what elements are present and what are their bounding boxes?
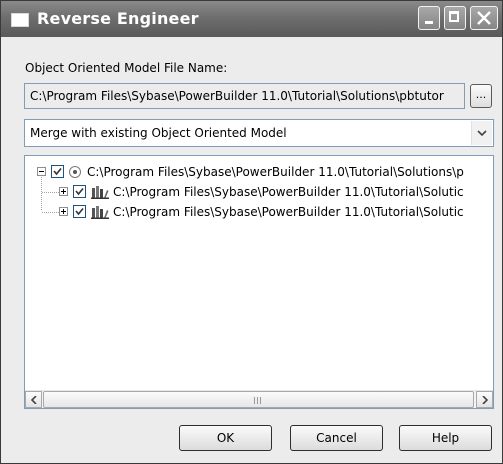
grip-icon xyxy=(254,397,263,404)
dropdown-arrow-icon xyxy=(477,130,487,136)
minimize-button[interactable] xyxy=(418,6,440,30)
scroll-left-icon xyxy=(31,396,37,404)
scroll-thumb[interactable] xyxy=(43,391,474,408)
window-icon xyxy=(11,13,29,27)
tree-connector xyxy=(42,212,59,213)
radio-icon xyxy=(69,166,81,178)
title-bar[interactable]: Reverse Engineer xyxy=(1,1,502,37)
library-icon xyxy=(91,206,109,219)
horizontal-scrollbar[interactable] xyxy=(25,390,493,408)
scroll-left-button[interactable] xyxy=(25,391,42,408)
close-button[interactable] xyxy=(470,6,498,30)
child-checkbox[interactable] xyxy=(73,205,86,218)
close-icon xyxy=(477,11,491,25)
merge-mode-dropdown[interactable]: Merge with existing Object Oriented Mode… xyxy=(24,119,494,147)
tree-node-label: C:\Program Files\Sybase\PowerBuilder 11.… xyxy=(87,165,464,179)
expand-icon[interactable] xyxy=(59,207,68,216)
checkbox-icon xyxy=(75,187,84,196)
checkbox-icon xyxy=(53,167,62,176)
scroll-right-button[interactable] xyxy=(476,391,493,408)
ok-button[interactable]: OK xyxy=(179,425,272,451)
file-name-field[interactable]: C:\Program Files\Sybase\PowerBuilder 11.… xyxy=(24,83,465,109)
collapse-icon[interactable] xyxy=(37,167,46,176)
tree-node-label: C:\Program Files\Sybase\PowerBuilder 11.… xyxy=(113,205,464,219)
expand-icon[interactable] xyxy=(59,187,68,196)
help-button[interactable]: Help xyxy=(399,425,492,451)
file-name-label: Object Oriented Model File Name: xyxy=(25,61,228,75)
root-checkbox[interactable] xyxy=(51,165,64,178)
dropdown-button[interactable] xyxy=(471,121,492,145)
reverse-engineer-dialog: Reverse Engineer Object Oriented Model F… xyxy=(0,0,503,464)
merge-mode-value: Merge with existing Object Oriented Mode… xyxy=(30,126,287,140)
cancel-button[interactable]: Cancel xyxy=(290,425,383,451)
model-tree[interactable]: C:\Program Files\Sybase\PowerBuilder 11.… xyxy=(24,155,494,409)
browse-button[interactable]: ... xyxy=(470,84,492,108)
maximize-button[interactable] xyxy=(444,6,466,30)
tree-connector xyxy=(42,192,59,193)
library-icon xyxy=(91,186,109,199)
tree-node-label: C:\Program Files\Sybase\PowerBuilder 11.… xyxy=(113,185,464,199)
scroll-right-icon xyxy=(482,396,488,404)
window-title: Reverse Engineer xyxy=(37,9,199,28)
child-checkbox[interactable] xyxy=(73,185,86,198)
checkbox-icon xyxy=(75,207,84,216)
